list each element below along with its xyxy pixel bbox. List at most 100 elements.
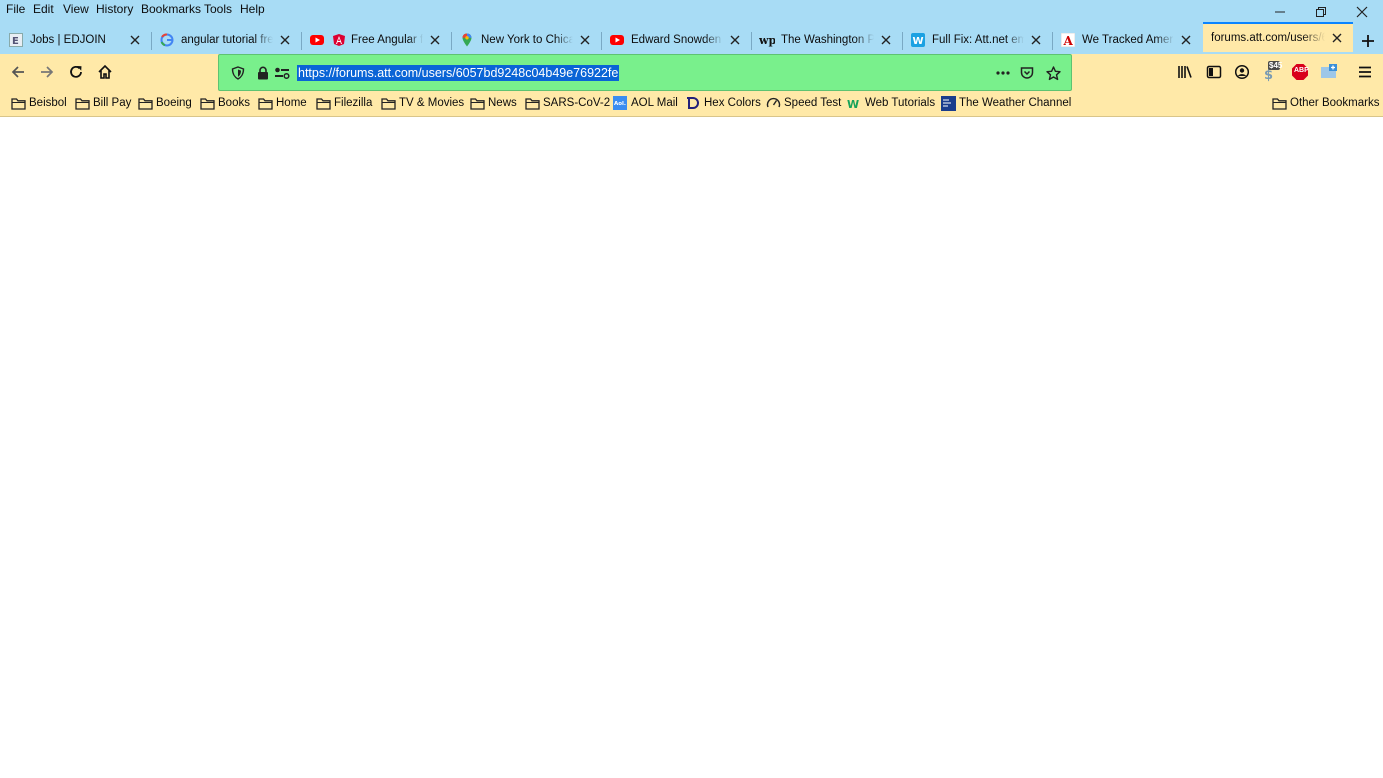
bookmark-weather-channel[interactable]: The Weather Channel — [940, 95, 1071, 111]
aol-icon: Aol. — [612, 95, 628, 111]
a-icon: A — [1060, 32, 1076, 48]
adblock-button[interactable]: ABP — [1286, 58, 1314, 86]
svg-text:wp: wp — [759, 34, 775, 47]
tab-forums-att[interactable]: forums.att.com/users/60 — [1203, 22, 1353, 52]
home-button[interactable] — [91, 58, 119, 86]
bookmark-star-icon[interactable] — [1045, 65, 1061, 81]
tab-title: New York to Chicago - Go — [481, 34, 573, 46]
bookmark-aol-mail[interactable]: Aol. AOL Mail — [612, 95, 678, 111]
folder-icon — [1271, 95, 1287, 111]
close-tab-icon[interactable] — [1329, 30, 1345, 46]
menu-bar: File Edit View History Bookmarks Tools H… — [0, 0, 1383, 24]
bookmark-news[interactable]: News — [469, 95, 517, 111]
back-button[interactable] — [4, 58, 32, 86]
wp-icon: wp — [759, 32, 775, 48]
forward-button[interactable] — [33, 58, 61, 86]
reload-button[interactable] — [62, 58, 90, 86]
tab-we-tracked-america[interactable]: A We Tracked America — [1052, 26, 1202, 54]
close-tab-icon[interactable] — [277, 32, 293, 48]
menu-edit[interactable]: Edit — [33, 2, 54, 16]
url-bar[interactable]: https://forums.att.com/users/6057bd9248c… — [218, 54, 1072, 91]
hamburger-icon — [1359, 66, 1371, 78]
bookmark-beisbol[interactable]: Beisbol — [10, 95, 67, 111]
page-content-area[interactable] — [0, 117, 1383, 778]
folder-icon — [380, 95, 396, 111]
reload-icon — [70, 65, 82, 78]
close-tab-icon[interactable] — [127, 32, 143, 48]
bookmark-label: Speed Test — [784, 97, 842, 109]
bookmark-web-tutorials[interactable]: W Web Tutorials — [846, 95, 936, 111]
close-tab-icon[interactable] — [427, 32, 443, 48]
close-tab-icon[interactable] — [727, 32, 743, 48]
url-input[interactable]: https://forums.att.com/users/6057bd9248c… — [297, 65, 620, 81]
bookmark-bill-pay[interactable]: Bill Pay — [74, 95, 131, 111]
coupon-extension-button[interactable]: $ $45 — [1256, 58, 1284, 86]
library-button[interactable] — [1171, 58, 1199, 86]
page-actions-icon[interactable] — [995, 65, 1011, 81]
tab-title: angular tutorial free - Go — [181, 34, 273, 46]
back-arrow-icon — [11, 66, 24, 78]
screenshot-icon — [1321, 64, 1337, 78]
menu-file[interactable]: File — [6, 2, 25, 16]
menu-help[interactable]: Help — [240, 2, 265, 16]
bookmark-boeing[interactable]: Boeing — [137, 95, 192, 111]
tab-edjoin[interactable]: E Jobs | EDJOIN — [0, 26, 152, 54]
menu-tools[interactable]: Tools — [204, 2, 232, 16]
maps-icon — [459, 32, 475, 48]
tab-free-angular[interactable]: Free Angular for Beginn — [301, 26, 452, 54]
tab-angular-tutorial[interactable]: angular tutorial free - Go — [151, 26, 302, 54]
tab-full-fix[interactable]: W Full Fix: Att.net email n — [902, 26, 1053, 54]
bookmark-hex-colors[interactable]: Hex Colors — [685, 95, 761, 111]
bookmark-label: TV & Movies — [399, 97, 465, 109]
svg-text:E: E — [12, 36, 19, 47]
close-tab-icon[interactable] — [878, 32, 894, 48]
bookmark-books[interactable]: Books — [199, 95, 250, 111]
minimize-button[interactable] — [1260, 0, 1300, 24]
new-tab-button[interactable] — [1356, 30, 1380, 52]
close-tab-icon[interactable] — [1178, 32, 1194, 48]
permissions-icon[interactable] — [274, 65, 290, 81]
sidebar-button[interactable] — [1200, 58, 1228, 86]
folder-icon — [199, 95, 215, 111]
extension-badge: $45 — [1269, 61, 1283, 70]
bookmark-speed-test[interactable]: Speed Test — [765, 95, 841, 111]
lock-icon[interactable] — [255, 65, 271, 81]
app-menu-button[interactable] — [1351, 58, 1379, 86]
angular-icon — [331, 32, 347, 48]
bookmark-label: Beisbol — [29, 97, 67, 109]
tab-edward-snowden[interactable]: Edward Snowden Live — [601, 26, 752, 54]
bookmark-home[interactable]: Home — [257, 95, 307, 111]
pocket-icon[interactable] — [1019, 65, 1035, 81]
menu-history[interactable]: History — [96, 2, 133, 16]
close-tab-icon[interactable] — [577, 32, 593, 48]
bookmark-sars-cov-2[interactable]: SARS-CoV-2 — [524, 95, 610, 111]
tab-washington-post[interactable]: wp The Washington Post — [751, 26, 903, 54]
screenshot-extension-button[interactable] — [1315, 58, 1343, 86]
tab-title: The Washington Post — [781, 34, 874, 46]
menu-view[interactable]: View — [63, 2, 89, 16]
restore-button[interactable] — [1301, 0, 1341, 24]
sidebar-icon — [1206, 65, 1222, 79]
bookmark-label: News — [488, 97, 517, 109]
bookmark-label: Other Bookmarks — [1290, 97, 1380, 109]
bookmark-label: Bill Pay — [93, 97, 132, 109]
tab-new-york-chicago[interactable]: New York to Chicago - Go — [451, 26, 602, 54]
bookmark-tv-movies[interactable]: TV & Movies — [380, 95, 464, 111]
other-bookmarks-folder[interactable]: Other Bookmarks — [1271, 95, 1379, 111]
menu-bookmarks[interactable]: Bookmarks — [141, 2, 201, 16]
tab-title: Free Angular for Beginn — [351, 34, 423, 46]
folder-icon — [524, 95, 540, 111]
folder-icon — [137, 95, 153, 111]
shield-icon[interactable] — [230, 65, 246, 81]
plus-icon — [1362, 35, 1374, 47]
account-button[interactable] — [1228, 58, 1256, 86]
home-icon — [98, 64, 112, 79]
close-icon — [1356, 6, 1368, 18]
svg-text:W: W — [847, 98, 859, 109]
folder-icon — [10, 95, 26, 111]
close-tab-icon[interactable] — [1028, 32, 1044, 48]
svg-text:A: A — [1063, 34, 1074, 47]
close-window-button[interactable] — [1342, 0, 1382, 24]
folder-icon — [257, 95, 273, 111]
bookmark-filezilla[interactable]: Filezilla — [315, 95, 372, 111]
